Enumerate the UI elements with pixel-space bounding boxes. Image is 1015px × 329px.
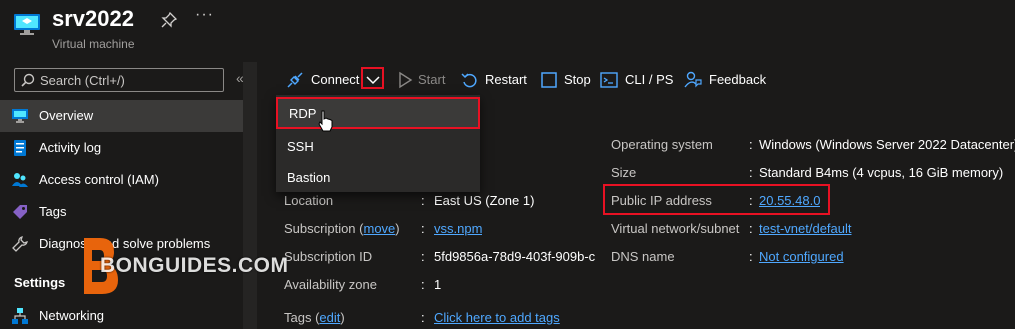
connect-menu: RDP SSH Bastion xyxy=(276,95,480,192)
sidebar-item-access-control[interactable]: Access control (IAM) xyxy=(0,164,243,196)
subscription-id-value: 5fd9856a-78d9-403f-909b-c xyxy=(434,249,596,264)
sidebar-item-label: Tags xyxy=(39,204,67,219)
sidebar-divider[interactable] xyxy=(243,62,257,329)
feedback-label: Feedback xyxy=(709,72,767,87)
menu-item-label: Bastion xyxy=(287,170,331,185)
sidebar-item-label: Access control (IAM) xyxy=(39,172,159,187)
tag-icon xyxy=(13,205,27,219)
dns-link[interactable]: Not configured xyxy=(759,249,844,264)
stop-label: Stop xyxy=(564,72,591,87)
hand-cursor-icon xyxy=(318,110,333,132)
vnet-link[interactable]: test-vnet/default xyxy=(759,221,852,236)
location-value: East US (Zone 1) xyxy=(434,193,535,208)
sidebar-item-overview[interactable]: Overview xyxy=(0,100,243,132)
location-key: Location xyxy=(284,193,334,208)
sidebar-item-label: Overview xyxy=(39,108,94,123)
os-value: Windows (Windows Server 2022 Datacenter) xyxy=(759,137,1015,152)
stop-icon xyxy=(541,72,557,88)
menu-item-label: SSH xyxy=(287,139,314,154)
vnet-key: Virtual network/subnet xyxy=(611,221,740,236)
search-input[interactable]: Search (Ctrl+/) xyxy=(14,68,224,92)
connect-dropdown-highlight xyxy=(361,67,384,89)
stop-button[interactable]: Stop xyxy=(540,71,595,89)
more-options-button[interactable]: ··· xyxy=(195,6,214,24)
menu-item-ssh[interactable]: SSH xyxy=(276,130,480,162)
networking-icon xyxy=(12,308,28,324)
search-icon xyxy=(21,73,35,87)
terminal-icon xyxy=(600,72,618,88)
edit-tags-link[interactable]: edit xyxy=(319,310,340,325)
page-title: srv2022 xyxy=(52,6,134,31)
size-value: Standard B4ms (4 vcpus, 16 GiB memory) xyxy=(759,165,1004,180)
people-icon xyxy=(12,173,28,187)
availability-zone-value: 1 xyxy=(434,277,442,292)
colon: : xyxy=(421,277,425,292)
plug-icon xyxy=(287,72,303,88)
sidebar-item-label: Networking xyxy=(39,308,105,323)
add-tags-link[interactable]: Click here to add tags xyxy=(434,310,560,325)
colon: : xyxy=(749,221,753,236)
os-key: Operating system xyxy=(611,137,713,152)
move-link[interactable]: move xyxy=(364,221,396,236)
wrench-icon xyxy=(12,236,28,252)
blade-header: srv2022 Virtual machine ··· xyxy=(0,0,1015,62)
tags-key: Tags (edit) xyxy=(284,310,345,325)
restart-label: Restart xyxy=(485,72,527,87)
activity-log-icon xyxy=(14,140,26,156)
sidebar-item-label: Activity log xyxy=(39,140,102,155)
dns-key: DNS name xyxy=(611,249,675,264)
pin-icon[interactable] xyxy=(161,12,177,28)
subscription-key-text: Subscription xyxy=(284,221,356,236)
subscription-key: Subscription (move) xyxy=(284,221,400,236)
subscription-link[interactable]: vss.npm xyxy=(434,221,482,236)
public-ip-highlight xyxy=(603,184,830,215)
search-placeholder: Search (Ctrl+/) xyxy=(40,73,125,88)
size-key: Size xyxy=(611,165,637,180)
colon: : xyxy=(749,249,753,264)
watermark-text: BONGUIDES.COM xyxy=(100,254,289,277)
colon: : xyxy=(421,310,425,325)
cli-ps-label: CLI / PS xyxy=(625,72,674,87)
sidebar-item-activity-log[interactable]: Activity log xyxy=(0,132,243,164)
menu-item-label: RDP xyxy=(289,106,317,121)
page-subtitle: Virtual machine xyxy=(52,37,135,51)
start-label: Start xyxy=(418,72,446,87)
menu-item-rdp[interactable]: RDP xyxy=(276,97,480,129)
play-icon xyxy=(399,71,413,89)
connect-label: Connect xyxy=(311,72,360,87)
colon: : xyxy=(749,165,753,180)
restart-button[interactable]: Restart xyxy=(461,71,531,89)
colon: : xyxy=(421,221,425,236)
monitor-icon xyxy=(12,109,28,123)
section-header-settings: Settings xyxy=(14,275,66,290)
sidebar-item-networking[interactable]: Networking xyxy=(0,300,243,329)
feedback-icon xyxy=(684,71,702,88)
feedback-button[interactable]: Feedback xyxy=(684,71,774,89)
subscription-id-key: Subscription ID xyxy=(284,249,373,264)
restart-icon xyxy=(461,73,477,88)
availability-zone-key: Availability zone xyxy=(284,277,377,292)
virtual-machine-icon xyxy=(14,14,40,35)
start-button[interactable]: Start xyxy=(396,71,456,89)
colon: : xyxy=(421,193,425,208)
cli-ps-button[interactable]: CLI / PS xyxy=(600,71,675,89)
colon: : xyxy=(749,137,753,152)
menu-item-bastion[interactable]: Bastion xyxy=(276,161,480,193)
sidebar-item-tags[interactable]: Tags xyxy=(0,196,243,228)
colon: : xyxy=(421,249,425,264)
tags-key-text: Tags xyxy=(284,310,312,325)
